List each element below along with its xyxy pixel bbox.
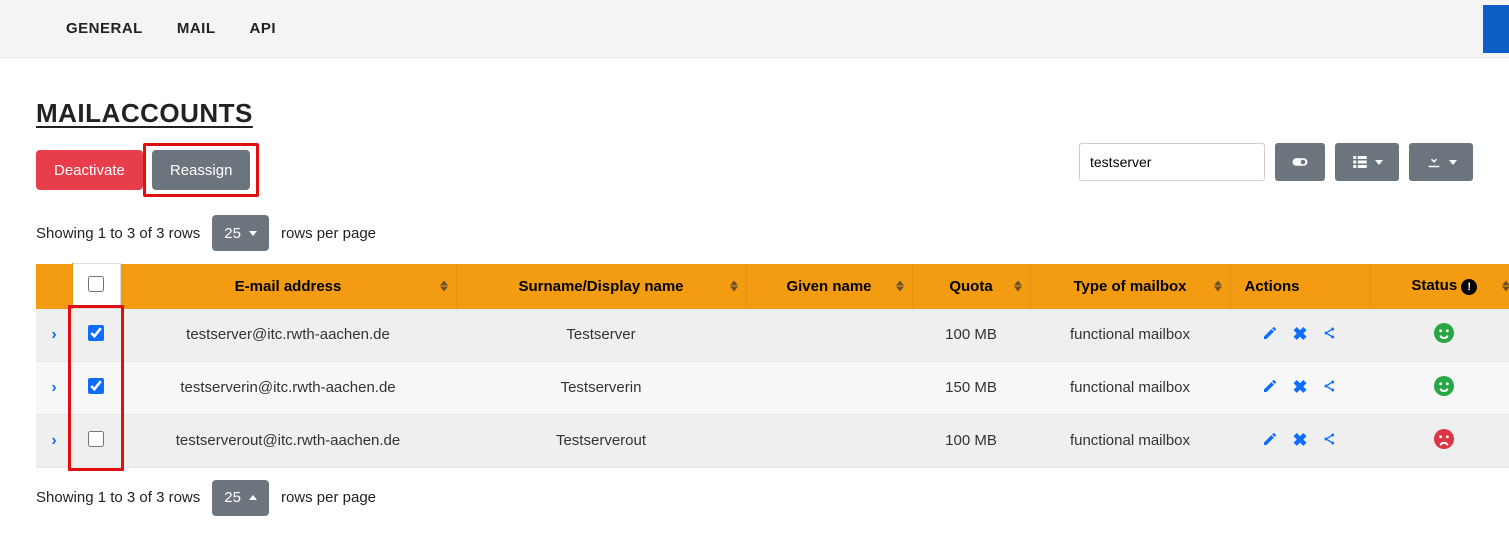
share-icon[interactable] (1322, 325, 1338, 345)
col-actions-header: Actions (1230, 264, 1370, 309)
caret-down-icon (1375, 160, 1383, 165)
row-checkbox[interactable] (88, 378, 104, 394)
search-input[interactable] (1079, 143, 1265, 181)
showing-text: Showing 1 to 3 of 3 rows (36, 225, 200, 242)
highlight-reassign: Reassign (143, 143, 260, 197)
toggle-button[interactable] (1275, 143, 1325, 181)
toggle-icon (1291, 153, 1309, 171)
columns-button[interactable] (1335, 143, 1399, 181)
mailaccounts-table: E-mail address Surname/Display name Give… (36, 263, 1509, 468)
row-checkbox[interactable] (88, 431, 104, 447)
status-ok-icon (1434, 323, 1454, 343)
right-indicator (1483, 5, 1509, 53)
caret-down-icon (1449, 160, 1457, 165)
tab-mail[interactable]: MAIL (177, 20, 216, 37)
row-checkbox-cell (72, 361, 120, 414)
col-given-header[interactable]: Given name (746, 264, 912, 309)
edit-icon[interactable] (1262, 378, 1278, 398)
cell-type: functional mailbox (1030, 309, 1230, 362)
table-header-row: E-mail address Surname/Display name Give… (36, 264, 1509, 309)
page-size-select[interactable]: 25 (212, 215, 269, 251)
cell-type: functional mailbox (1030, 361, 1230, 414)
cell-email: testserverin@itc.rwth-aachen.de (120, 361, 456, 414)
cell-quota: 100 MB (912, 414, 1030, 467)
cell-email: testserverout@itc.rwth-aachen.de (120, 414, 456, 467)
delete-icon[interactable]: ✖ (1292, 377, 1307, 398)
caret-up-icon (249, 495, 257, 500)
expand-row-icon[interactable]: › (51, 326, 56, 343)
export-button[interactable] (1409, 143, 1473, 181)
reassign-button[interactable]: Reassign (152, 150, 251, 190)
tab-api[interactable]: API (250, 20, 277, 37)
col-surname-header[interactable]: Surname/Display name (456, 264, 746, 309)
share-icon[interactable] (1322, 431, 1338, 451)
col-check-header[interactable] (72, 264, 120, 309)
tab-general[interactable]: GENERAL (66, 20, 143, 37)
cell-surname: Testserver (456, 309, 746, 362)
bulk-action-buttons: Deactivate Reassign (36, 143, 259, 197)
cell-given (746, 414, 912, 467)
rows-per-page-label: rows per page (281, 489, 376, 506)
deactivate-button[interactable]: Deactivate (36, 150, 143, 190)
info-icon: ! (1461, 279, 1477, 295)
col-email-header[interactable]: E-mail address (120, 264, 456, 309)
status-error-icon (1434, 429, 1454, 449)
download-icon (1425, 153, 1443, 171)
pagination-bottom: Showing 1 to 3 of 3 rows 25 rows per pag… (36, 480, 1473, 516)
showing-text: Showing 1 to 3 of 3 rows (36, 489, 200, 506)
col-type-header[interactable]: Type of mailbox (1030, 264, 1230, 309)
edit-icon[interactable] (1262, 325, 1278, 345)
share-icon[interactable] (1322, 378, 1338, 398)
rows-per-page-label: rows per page (281, 225, 376, 242)
expand-row-icon[interactable]: › (51, 432, 56, 449)
row-checkbox-cell (72, 414, 120, 467)
row-checkbox-cell (72, 309, 120, 362)
table-row: › testserverout@itc.rwth-aachen.deTestser… (36, 414, 1509, 467)
col-status-header[interactable]: Status! (1370, 264, 1509, 309)
cell-quota: 100 MB (912, 309, 1030, 362)
page-title: MAILACCOUNTS (36, 98, 1473, 129)
cell-email: testserver@itc.rwth-aachen.de (120, 309, 456, 362)
select-all-checkbox[interactable] (88, 276, 104, 292)
edit-icon[interactable] (1262, 431, 1278, 451)
page-size-select[interactable]: 25 (212, 480, 269, 516)
cell-surname: Testserverout (456, 414, 746, 467)
row-checkbox[interactable] (88, 325, 104, 341)
expand-row-icon[interactable]: › (51, 379, 56, 396)
cell-quota: 150 MB (912, 361, 1030, 414)
cell-surname: Testserverin (456, 361, 746, 414)
status-ok-icon (1434, 376, 1454, 396)
delete-icon[interactable]: ✖ (1292, 324, 1307, 345)
cell-given (746, 309, 912, 362)
caret-down-icon (249, 231, 257, 236)
pagination-top: Showing 1 to 3 of 3 rows 25 rows per pag… (36, 215, 1473, 251)
delete-icon[interactable]: ✖ (1292, 430, 1307, 451)
table-row: › testserverin@itc.rwth-aachen.deTestserv… (36, 361, 1509, 414)
top-tab-bar: GENERAL MAIL API (0, 0, 1509, 58)
cell-given (746, 361, 912, 414)
table-row: › testserver@itc.rwth-aachen.deTestserver… (36, 309, 1509, 362)
list-icon (1351, 153, 1369, 171)
col-expand-header (36, 264, 72, 309)
col-quota-header[interactable]: Quota (912, 264, 1030, 309)
cell-type: functional mailbox (1030, 414, 1230, 467)
